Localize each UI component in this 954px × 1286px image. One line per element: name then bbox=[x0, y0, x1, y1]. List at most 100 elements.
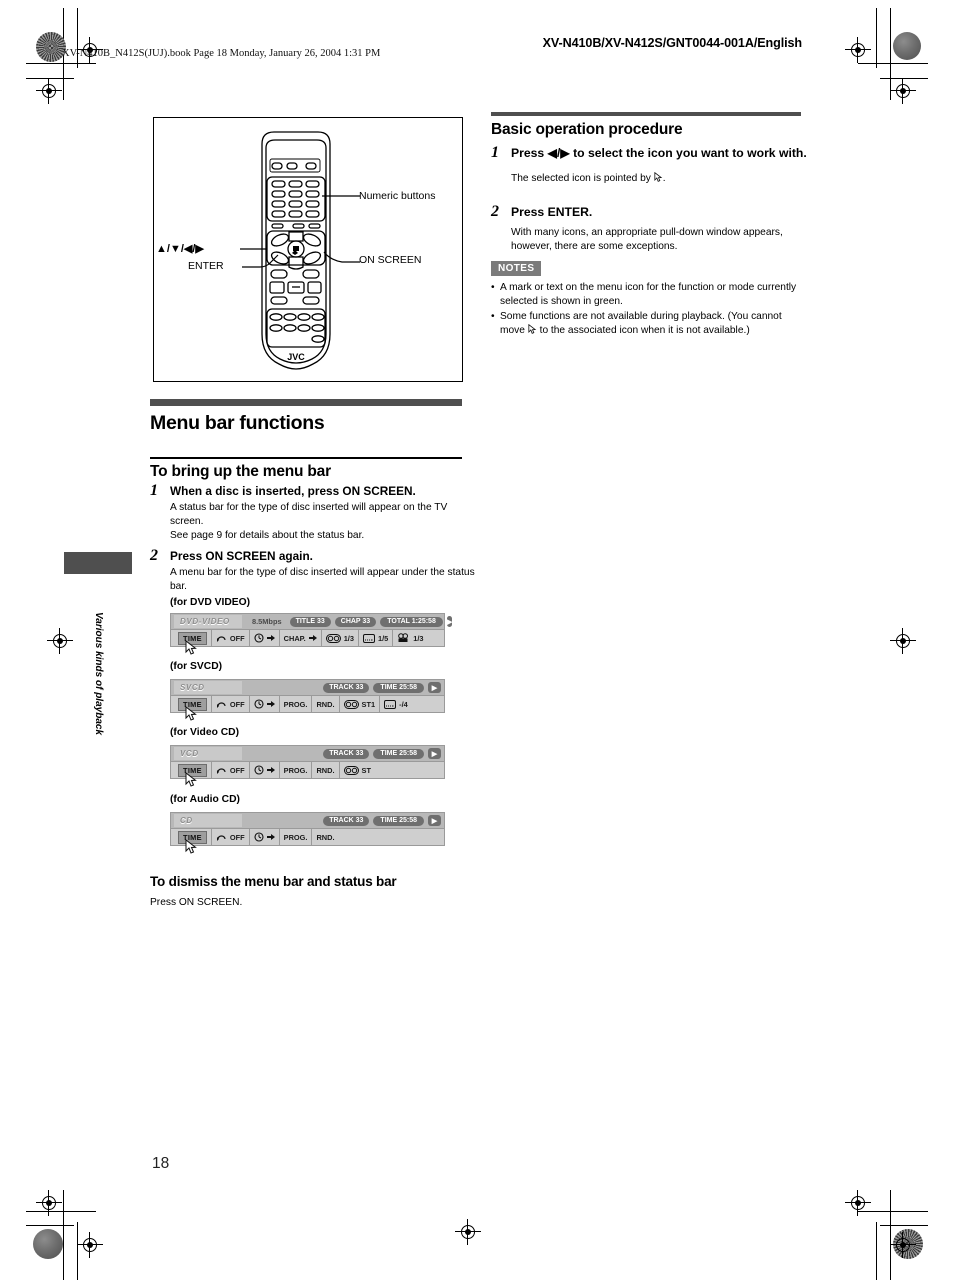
title-pill: TITLE 33 bbox=[289, 616, 331, 627]
right-step-1-number: 1 bbox=[491, 144, 499, 161]
right-step-2-heading: Press ENTER. bbox=[511, 205, 593, 219]
program-label: PROG. bbox=[283, 832, 308, 842]
right-step-1-body-text: The selected icon is pointed by bbox=[511, 172, 651, 184]
audio-icon bbox=[343, 765, 359, 775]
callout-numeric-buttons: Numeric buttons bbox=[359, 190, 436, 202]
disc-type-label: DVD-VIDEO bbox=[174, 615, 242, 628]
track-pill: TRACK 33 bbox=[323, 748, 370, 759]
dismiss-title: To dismiss the menu bar and status bar bbox=[150, 874, 397, 889]
registration-mark bbox=[890, 78, 916, 104]
remote-control-figure: JVC Numeric buttons ▲/▼/◀/▶ ENTER ON SCR… bbox=[153, 117, 463, 382]
track-pill: TRACK 33 bbox=[323, 815, 370, 826]
play-icon: ▶ bbox=[446, 616, 453, 627]
section-rule bbox=[491, 112, 801, 116]
audio-icon bbox=[343, 699, 359, 709]
arrow-icon bbox=[266, 635, 275, 641]
brand-label: JVC bbox=[287, 352, 305, 362]
page-number: 18 bbox=[152, 1155, 170, 1172]
menu-item-program[interactable]: PROG. bbox=[280, 829, 313, 845]
bitrate-label: 8.5Mbps bbox=[252, 617, 282, 626]
menu-item-audio[interactable]: ST1 bbox=[340, 696, 381, 712]
angle-icon bbox=[398, 633, 409, 642]
disc-type-label: SVCD bbox=[174, 681, 242, 694]
subsection-rule bbox=[150, 457, 462, 459]
clock-arrow-icon bbox=[254, 765, 264, 775]
menu-item-chapter-search[interactable]: CHAP. bbox=[280, 630, 322, 646]
caption-svcd: (for SVCD) bbox=[170, 661, 223, 672]
menubar-dvd-status-row: DVD-VIDEO 8.5Mbps TITLE 33 CHAP 33 TOTAL… bbox=[171, 614, 453, 629]
pointer-cursor-icon bbox=[185, 772, 197, 787]
registration-mark bbox=[36, 1190, 62, 1216]
menu-item-subtitle[interactable]: 1/5 bbox=[359, 630, 394, 646]
registration-mark bbox=[845, 37, 871, 63]
disc-type-label: CD bbox=[174, 814, 242, 827]
menu-item-program[interactable]: PROG. bbox=[280, 762, 313, 778]
repeat-icon bbox=[216, 834, 226, 841]
time-pill: TIME 25:58 bbox=[373, 682, 424, 693]
menubar-audio-cd: CD TRACK 33 TIME 25:58 ▶ TIME OFF PROG. … bbox=[170, 812, 445, 854]
repeat-icon bbox=[216, 635, 226, 642]
menu-item-time-search[interactable] bbox=[250, 762, 280, 778]
subtitle-value: -/4 bbox=[399, 699, 408, 709]
menu-item-random[interactable]: RND. bbox=[312, 762, 340, 778]
document-id: XV-N410B/XV-N412S/GNT0044-001A/English bbox=[542, 36, 802, 50]
right-step-2: 2 Press ENTER. With many icons, an appro… bbox=[491, 203, 816, 254]
menubar-cd-function-row: TIME OFF PROG. RND. bbox=[171, 828, 444, 845]
right-step-1: 1 Press ◀/▶ to select the icon you want … bbox=[491, 144, 811, 186]
step-1: 1 When a disc is inserted, press ON SCRE… bbox=[150, 482, 482, 544]
pointer-cursor-icon bbox=[185, 839, 197, 854]
audio-value: ST1 bbox=[361, 699, 376, 709]
registration-mark bbox=[845, 1190, 871, 1216]
arrow-icon bbox=[266, 701, 275, 707]
play-icon: ▶ bbox=[428, 748, 441, 759]
print-blob bbox=[893, 32, 921, 60]
chapter-pill: CHAP 33 bbox=[334, 616, 377, 627]
menu-item-random[interactable]: RND. bbox=[312, 829, 338, 845]
step-2-heading: Press ON SCREEN again. bbox=[170, 549, 313, 563]
random-label: RND. bbox=[316, 765, 335, 775]
menu-item-audio[interactable]: 1/3 bbox=[322, 630, 359, 646]
arrow-icon bbox=[266, 834, 275, 840]
menu-item-program[interactable]: PROG. bbox=[280, 696, 313, 712]
menubar-vcd-status-row: VCD TRACK 33 TIME 25:58 ▶ bbox=[171, 746, 444, 761]
clock-arrow-icon bbox=[254, 699, 264, 709]
crop-line bbox=[858, 63, 928, 65]
crop-line bbox=[63, 1190, 65, 1280]
audio-icon bbox=[325, 633, 341, 643]
registration-mark bbox=[47, 628, 73, 654]
registration-mark bbox=[455, 1219, 481, 1245]
angle-value: 1/3 bbox=[413, 633, 424, 643]
registration-mark bbox=[36, 78, 62, 104]
callout-cursor-keys: ▲/▼/◀/▶ bbox=[156, 243, 204, 255]
chapter-search-label: CHAP. bbox=[283, 633, 306, 643]
menu-item-repeat[interactable]: OFF bbox=[212, 762, 250, 778]
notes-block: NOTES A mark or text on the menu icon fo… bbox=[491, 258, 801, 338]
menubar-dvd-function-row: TIME OFF CHAP. 1/3 1/5 1/3 bbox=[171, 629, 444, 646]
menubar-svcd-status-row: SVCD TRACK 33 TIME 25:58 ▶ bbox=[171, 680, 444, 695]
note-item: Some functions are not available during … bbox=[491, 310, 801, 338]
menu-item-random[interactable]: RND. bbox=[312, 696, 340, 712]
menu-item-time-search[interactable] bbox=[250, 696, 280, 712]
basic-operation-title: Basic operation procedure bbox=[491, 121, 683, 138]
menu-item-repeat[interactable]: OFF bbox=[212, 630, 250, 646]
menu-item-repeat[interactable]: OFF bbox=[212, 696, 250, 712]
chapter-tab-label: Various kinds of playback bbox=[93, 612, 104, 736]
caption-dvd: (for DVD VIDEO) bbox=[170, 597, 251, 609]
subtitle-value: 1/5 bbox=[377, 633, 389, 643]
program-label: PROG. bbox=[283, 765, 308, 775]
menu-item-subtitle[interactable]: -/4 bbox=[380, 696, 412, 712]
callout-enter: ENTER bbox=[188, 260, 224, 272]
menu-item-time-search[interactable] bbox=[250, 829, 280, 845]
menubar-dvd-video: DVD-VIDEO 8.5Mbps TITLE 33 CHAP 33 TOTAL… bbox=[170, 613, 453, 655]
arrow-icon bbox=[266, 767, 275, 773]
menu-item-angle[interactable]: 1/3 bbox=[393, 630, 427, 646]
dismiss-body: Press ON SCREEN. bbox=[150, 897, 243, 908]
caption-vcd: (for Video CD) bbox=[170, 727, 240, 738]
audio-value: 1/3 bbox=[343, 633, 354, 643]
notes-badge: NOTES bbox=[491, 261, 542, 276]
menu-item-repeat[interactable]: OFF bbox=[212, 829, 250, 845]
menu-item-time-search[interactable] bbox=[250, 630, 280, 646]
step-1-body: A status bar for the type of disc insert… bbox=[170, 502, 448, 542]
dismiss-block: To dismiss the menu bar and status bar P… bbox=[150, 874, 462, 910]
menu-item-audio[interactable]: ST bbox=[340, 762, 375, 778]
